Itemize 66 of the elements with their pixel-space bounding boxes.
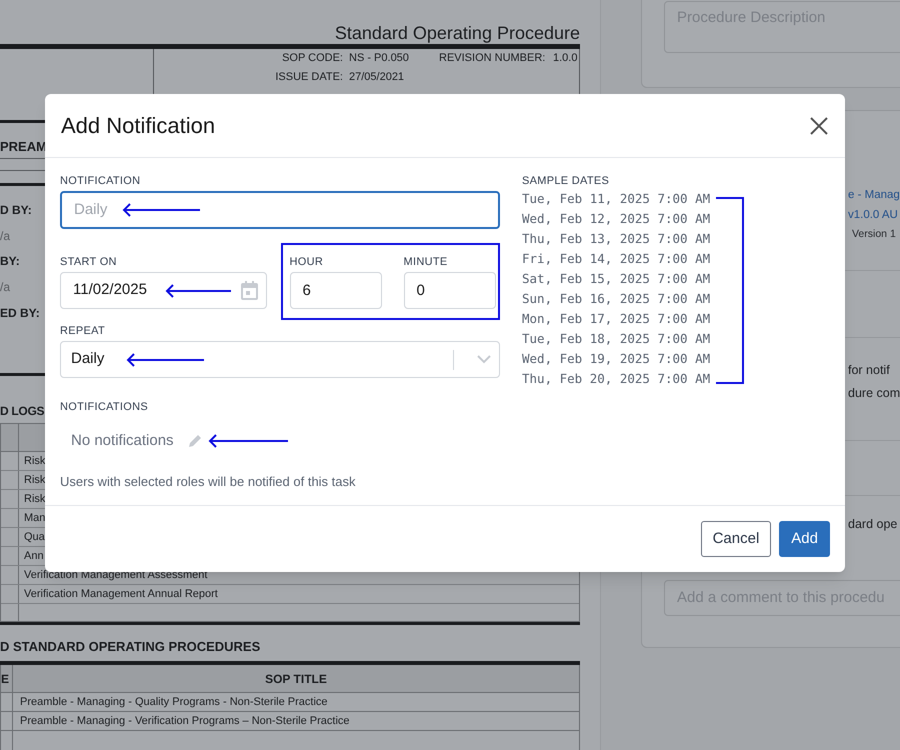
arrow-icon [208,434,288,448]
sample-date: Thu, Feb 13, 2025 7:00 AM [522,230,710,248]
dialog-title: Add Notification [61,112,216,140]
document-title: Standard Operating Procedure [334,22,580,44]
add-button[interactable]: Add [779,521,830,557]
sample-date: Thu, Feb 20, 2025 7:00 AM [522,370,710,388]
sample-date: Wed, Feb 19, 2025 7:00 AM [522,350,710,368]
field-label: REPEAT [60,324,106,338]
table-cell-text: Risk [23,454,46,470]
table-cell-text: Ann [23,549,44,564]
field-label: MINUTE [404,255,448,269]
sample-date: Tue, Feb 18, 2025 7:00 AM [522,330,710,348]
field-label: ISSUE DATE: [274,70,343,86]
column-header: E [1,664,13,692]
sign-label: D BY: [0,202,32,219]
table-cell-text: Qua [23,530,45,546]
chevron-down-icon [477,355,491,364]
sample-date: Wed, Feb 12, 2025 7:00 AM [522,210,710,228]
arrow-icon [165,284,231,298]
section-heading: PREAM [0,138,47,156]
sample-date: Sun, Feb 16, 2025 7:00 AM [522,290,710,308]
empty-notifications-text: No notifications [71,431,174,451]
help-text: Users with selected roles will be notified of this task [60,472,357,490]
sign-value: /a [0,279,10,296]
table-cell-text: Preamble - Managing - Quality Programs - Non-Sterile Practice [19,694,328,710]
field-value: 27/05/2021 [349,70,406,86]
sample-date: Tue, Feb 11, 2025 7:00 AM [522,190,710,208]
comment-text: dard ope [848,517,898,531]
table-cell-text: Verification Management Annual Report [23,587,218,602]
field-label: NOTIFICATION [60,174,142,188]
table-cell-text: Man [23,511,46,526]
procedure-link[interactable]: e - Manag [848,185,900,205]
comment-text: for notif [848,362,891,379]
sample-date: Fri, Feb 14, 2025 7:00 AM [522,250,710,268]
sign-label: BY: [0,253,20,270]
comment-text: dure com [848,385,900,402]
version-text: Version 1 [851,227,897,242]
table-cell-text: Preamble - Managing - Verification Programs – Non-Sterile Practice [19,714,350,729]
repeat-select[interactable]: Daily [60,341,500,378]
field-value: 1.0.0 [553,51,578,66]
table-cell-text: Verification Management Assessment [23,568,208,584]
field-label: SOP CODE: [281,51,343,66]
sign-label: ED BY: [0,305,40,322]
field-label: REVISION NUMBER: [439,51,543,66]
hour-field[interactable]: 6 [290,272,382,309]
field-label: HOUR [290,255,324,269]
date-field[interactable]: 11/02/2025 [60,272,267,309]
column-header: SOP TITLE [264,670,328,688]
sample-date: Sat, Feb 15, 2025 7:00 AM [522,270,710,288]
section-heading: D LOGS [0,403,44,420]
cancel-button[interactable]: Cancel [700,521,772,557]
table-cell-text: Risk [23,473,46,488]
field-label: START ON [60,255,118,269]
close-icon [810,116,828,134]
sign-value: /a [0,228,10,245]
field-label: SAMPLE DATES [522,174,610,188]
field-label: NOTIFICATIONS [60,400,150,414]
sample-date: Mon, Feb 17, 2025 7:00 AM [522,310,710,328]
arrow-icon [126,352,204,366]
calendar-icon [240,281,258,300]
arrow-icon [122,203,200,217]
table-cell-text: Risk [23,492,46,508]
procedure-link[interactable]: v1.0.0 AU [848,205,900,225]
minute-field[interactable]: 0 [404,272,496,309]
field-value: NS - P0.050 [349,51,410,66]
section-heading: D STANDARD OPERATING PROCEDURES [0,638,260,656]
